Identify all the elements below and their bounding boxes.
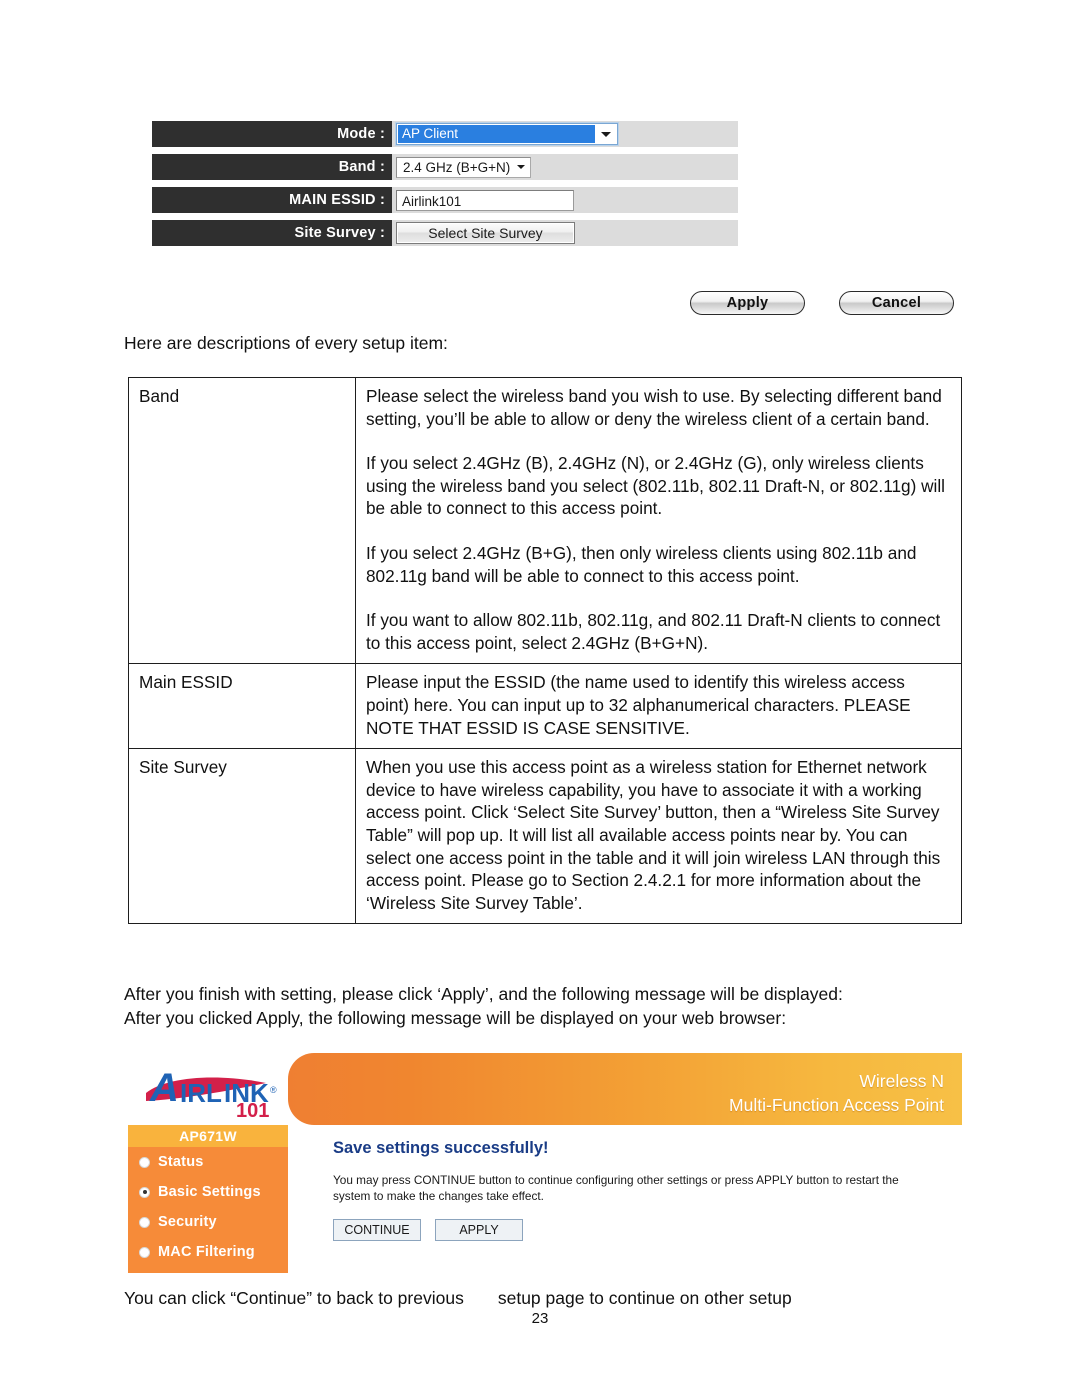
main-essid-field: Airlink101 — [392, 187, 738, 213]
save-success-message: You may press CONTINUE button to continu… — [333, 1173, 899, 1203]
setup-item-description-table: Band Please select the wireless band you… — [128, 376, 962, 925]
description-main-essid: Please input the ESSID (the name used to… — [355, 663, 962, 750]
wireless-config-form: Mode : AP Client Band : 2.4 GHz (B+G+N) … — [152, 121, 738, 253]
form-row-site-survey: Site Survey : Select Site Survey — [152, 220, 738, 246]
sidebar-model-badge: AP671W — [128, 1125, 288, 1147]
after-text-line-2: After you clicked Apply, the following m… — [124, 1007, 787, 1028]
band-select[interactable]: 2.4 GHz (B+G+N) — [396, 156, 532, 178]
description-band: Please select the wireless band you wish… — [355, 376, 962, 665]
svg-text:®: ® — [270, 1085, 277, 1095]
main-essid-label: MAIN ESSID : — [152, 187, 392, 213]
airlink101-logo: A IRL INK ® 101 — [136, 1057, 286, 1122]
term-site-survey: Site Survey — [128, 748, 356, 925]
apply-button[interactable]: Apply — [690, 291, 805, 315]
band-paragraph-1: Please select the wireless band you wish… — [366, 386, 942, 429]
form-row-mode: Mode : AP Client — [152, 121, 738, 147]
main-essid-paragraph-1: Please input the ESSID (the name used to… — [366, 672, 911, 738]
band-field: 2.4 GHz (B+G+N) — [392, 154, 738, 180]
sidebar-item-security[interactable]: Security — [128, 1207, 288, 1237]
ui-sidebar: AP671W Status Basic Settings Security MA… — [128, 1125, 288, 1273]
band-paragraph-4: If you want to allow 802.11b, 802.11g, a… — [366, 610, 941, 653]
site-survey-label: Site Survey : — [152, 220, 392, 246]
table-row: Main ESSID Please input the ESSID (the n… — [128, 663, 962, 750]
save-action-buttons: CONTINUE APPLY — [333, 1219, 962, 1241]
after-table-text: After you finish with setting, please cl… — [124, 983, 994, 1030]
save-success-title: Save settings successfully! — [333, 1139, 549, 1157]
site-survey-field: Select Site Survey — [392, 220, 738, 246]
band-select-value: 2.4 GHz (B+G+N) — [403, 159, 511, 175]
svg-text:A: A — [149, 1066, 179, 1110]
chevron-down-icon — [595, 131, 617, 137]
banner-title-line-2: Multi-Function Access Point — [729, 1095, 944, 1115]
radio-bullet-icon — [139, 1156, 150, 1168]
select-site-survey-button[interactable]: Select Site Survey — [396, 222, 575, 244]
ui-content-pane: Save settings successfully! You may pres… — [288, 1125, 962, 1273]
main-essid-input[interactable]: Airlink101 — [396, 189, 574, 211]
after-text-line-1: After you finish with setting, please cl… — [124, 984, 843, 1004]
form-action-buttons: Apply Cancel — [690, 291, 954, 315]
mode-label: Mode : — [152, 121, 392, 147]
description-site-survey: When you use this access point as a wire… — [355, 748, 962, 925]
mode-select[interactable]: AP Client — [396, 123, 618, 145]
airlink-logo-icon: A IRL INK ® 101 — [146, 1066, 277, 1122]
svg-text:101: 101 — [236, 1100, 269, 1119]
airlink-web-ui-screenshot: A IRL INK ® 101 Wireless N Multi-Functio… — [128, 1053, 962, 1273]
table-row: Band Please select the wireless band you… — [128, 376, 962, 665]
bottom-instruction-text: You can click “Continue” to back to prev… — [124, 1288, 792, 1308]
band-label: Band : — [152, 154, 392, 180]
sidebar-item-label: Status — [158, 1154, 204, 1170]
continue-button[interactable]: CONTINUE — [333, 1219, 421, 1241]
mode-select-value: AP Client — [398, 125, 595, 143]
sidebar-item-label: Basic Settings — [158, 1184, 261, 1200]
band-paragraph-3: If you select 2.4GHz (B+G), then only wi… — [366, 542, 917, 586]
sidebar-item-label: MAC Filtering — [158, 1244, 255, 1260]
term-band: Band — [128, 376, 356, 665]
table-row: Site Survey When you use this access poi… — [128, 748, 962, 925]
site-survey-paragraph-1: When you use this access point as a wire… — [366, 757, 941, 913]
intro-text: Here are descriptions of every setup ite… — [124, 333, 448, 353]
ui-body: AP671W Status Basic Settings Security MA… — [128, 1125, 962, 1273]
chevron-down-icon — [517, 165, 526, 169]
radio-bullet-selected-icon — [139, 1186, 150, 1198]
page-number: 23 — [531, 1310, 549, 1327]
form-row-main-essid: MAIN ESSID : Airlink101 — [152, 187, 738, 213]
sidebar-item-basic-settings[interactable]: Basic Settings — [128, 1177, 288, 1207]
logo-area: A IRL INK ® 101 — [128, 1053, 288, 1125]
cancel-button[interactable]: Cancel — [839, 291, 954, 315]
ui-banner: Wireless N Multi-Function Access Point — [288, 1053, 962, 1125]
mode-field: AP Client — [392, 121, 738, 147]
radio-bullet-icon — [139, 1246, 150, 1258]
sidebar-item-mac-filtering[interactable]: MAC Filtering — [128, 1237, 288, 1267]
ui-header: A IRL INK ® 101 Wireless N Multi-Functio… — [128, 1053, 962, 1125]
form-row-band: Band : 2.4 GHz (B+G+N) — [152, 154, 738, 180]
term-main-essid: Main ESSID — [128, 663, 356, 750]
sidebar-item-label: Security — [158, 1214, 217, 1230]
band-paragraph-2: If you select 2.4GHz (B), 2.4GHz (N), or… — [366, 453, 945, 519]
apply-button[interactable]: APPLY — [435, 1219, 523, 1241]
radio-bullet-icon — [139, 1216, 150, 1228]
banner-title-line-1: Wireless N — [859, 1071, 944, 1091]
sidebar-item-status[interactable]: Status — [128, 1147, 288, 1177]
svg-text:IRL: IRL — [180, 1078, 222, 1108]
